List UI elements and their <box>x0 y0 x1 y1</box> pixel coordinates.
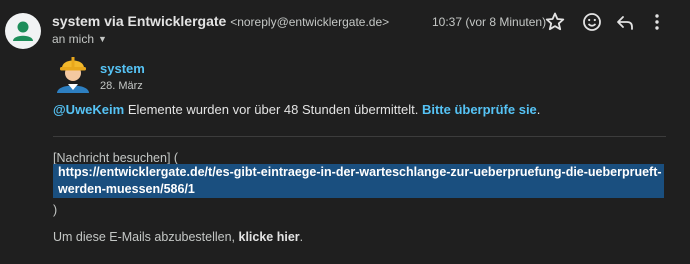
unsubscribe-link[interactable]: klicke hier <box>239 230 300 244</box>
emoji-reaction-button[interactable] <box>580 10 604 34</box>
person-icon <box>13 21 33 41</box>
message-period: . <box>536 102 541 117</box>
unsubscribe-text: Um diese E-Mails abzubestellen, <box>53 230 239 244</box>
more-vert-icon <box>655 14 659 30</box>
star-button[interactable] <box>543 10 567 34</box>
unsubscribe-line: Um diese E-Mails abzubestellen, klicke h… <box>53 230 303 244</box>
sender-line: system via Entwicklergate <noreply@entwi… <box>52 13 389 29</box>
construction-worker-icon <box>57 57 89 93</box>
sender-name[interactable]: system via Entwicklergate <box>52 13 226 29</box>
review-link[interactable]: Bitte überprüfe sie <box>422 102 537 117</box>
more-options-button[interactable] <box>645 10 669 34</box>
recipient-label: an mich <box>52 32 95 46</box>
unsubscribe-period: . <box>299 230 304 244</box>
post-message: @UweKeim Elemente wurden vor über 48 Stu… <box>53 102 540 117</box>
sender-email: <noreply@entwicklergate.de> <box>230 15 390 29</box>
user-avatar <box>53 53 93 93</box>
visit-message-label: [Nachricht besuchen] ( <box>53 151 179 165</box>
closing-paren: ) <box>53 203 58 217</box>
recipient-toggle[interactable]: an mich ▼ <box>52 32 107 46</box>
emoji-icon <box>583 13 601 31</box>
reply-icon <box>617 16 633 30</box>
caret-down-icon: ▼ <box>98 34 107 44</box>
divider <box>53 136 666 137</box>
star-icon <box>545 12 565 31</box>
sender-avatar[interactable] <box>5 13 41 49</box>
user-mention-link[interactable]: @UweKeim <box>53 102 124 117</box>
post-username[interactable]: system <box>100 61 145 76</box>
reply-button[interactable] <box>613 10 637 34</box>
message-url-link[interactable]: https://entwicklergate.de/t/es-gibt-eint… <box>53 164 664 198</box>
message-text: Elemente wurden vor über 48 Stunden über… <box>124 102 422 117</box>
post-date: 28. März <box>100 80 143 92</box>
timestamp: 10:37 (vor 8 Minuten) <box>432 15 547 29</box>
